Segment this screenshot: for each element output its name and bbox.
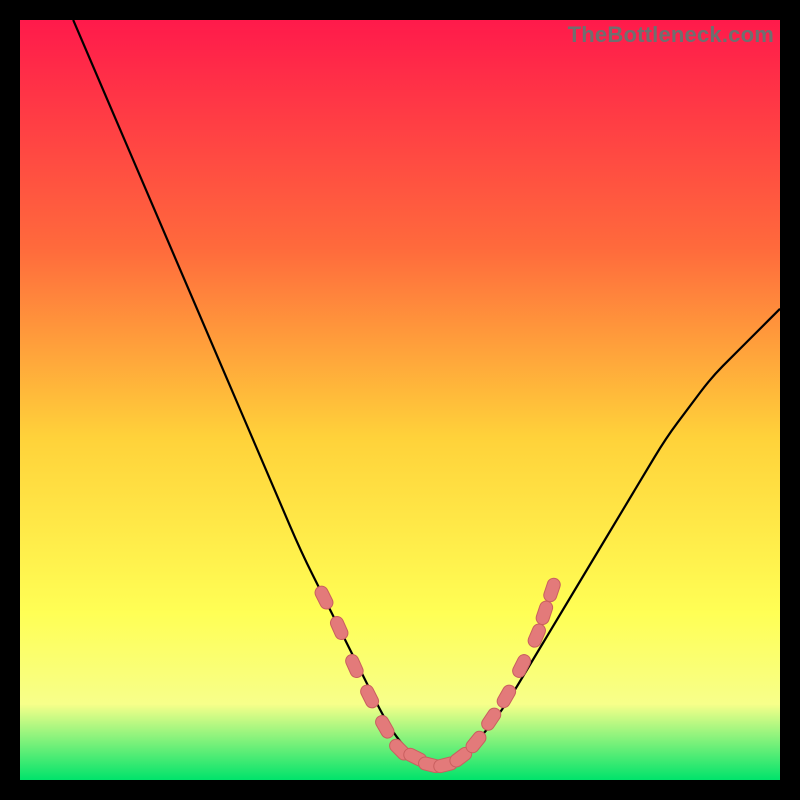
bottleneck-chart	[20, 20, 780, 780]
chart-frame: TheBottleneck.com	[20, 20, 780, 780]
gradient-background	[20, 20, 780, 780]
watermark-text: TheBottleneck.com	[568, 22, 774, 48]
